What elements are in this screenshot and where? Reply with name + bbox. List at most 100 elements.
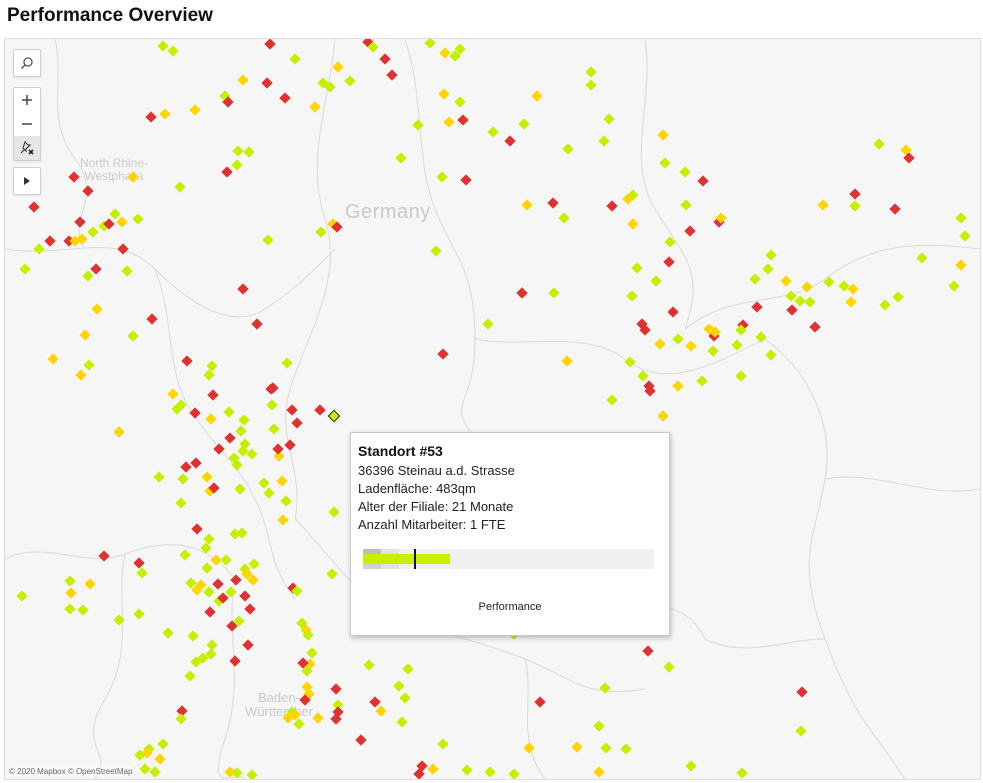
store-marker-green[interactable] (873, 138, 885, 150)
store-marker-green[interactable] (231, 767, 243, 779)
store-marker-green[interactable] (672, 333, 684, 345)
store-marker-green[interactable] (179, 549, 191, 561)
store-marker-red[interactable] (204, 606, 216, 618)
store-marker-yellow[interactable] (205, 413, 217, 425)
store-marker-yellow[interactable] (159, 108, 171, 120)
store-marker-red[interactable] (82, 185, 94, 197)
store-marker-green[interactable] (650, 275, 662, 287)
store-marker-green[interactable] (234, 483, 246, 495)
store-marker-green[interactable] (396, 716, 408, 728)
store-marker-red[interactable] (242, 639, 254, 651)
store-marker-green[interactable] (620, 743, 632, 755)
store-marker-green[interactable] (33, 243, 45, 255)
store-marker-yellow[interactable] (75, 369, 87, 381)
store-marker-green[interactable] (518, 118, 530, 130)
store-marker-yellow[interactable] (332, 61, 344, 73)
store-marker-green[interactable] (461, 764, 473, 776)
store-marker-green[interactable] (16, 590, 28, 602)
store-marker-red[interactable] (504, 135, 516, 147)
store-marker-green[interactable] (268, 423, 280, 435)
store-marker-green[interactable] (626, 290, 638, 302)
store-marker-yellow[interactable] (955, 259, 967, 271)
store-marker-red[interactable] (237, 283, 249, 295)
store-marker-green[interactable] (600, 742, 612, 754)
store-marker-green[interactable] (879, 299, 891, 311)
store-marker-green[interactable] (679, 166, 691, 178)
store-marker-yellow[interactable] (847, 283, 859, 295)
store-marker-green[interactable] (593, 720, 605, 732)
store-marker-green[interactable] (696, 375, 708, 387)
store-marker-red[interactable] (207, 389, 219, 401)
store-marker-yellow[interactable] (654, 338, 666, 350)
play-icon[interactable] (14, 168, 40, 194)
store-marker-yellow[interactable] (627, 218, 639, 230)
store-marker-yellow[interactable] (113, 426, 125, 438)
store-marker-green[interactable] (585, 79, 597, 91)
store-marker-yellow[interactable] (276, 475, 288, 487)
store-marker-red[interactable] (68, 171, 80, 183)
store-marker-yellow[interactable] (561, 355, 573, 367)
store-marker-green[interactable] (153, 471, 165, 483)
store-marker-red[interactable] (330, 683, 342, 695)
store-marker-green[interactable] (133, 608, 145, 620)
store-marker-red[interactable] (751, 301, 763, 313)
store-marker-green[interactable] (246, 448, 258, 460)
store-marker-green[interactable] (64, 575, 76, 587)
store-marker-green[interactable] (64, 603, 76, 615)
store-marker-green[interactable] (139, 763, 151, 775)
store-marker-red[interactable] (244, 603, 256, 615)
store-marker-yellow[interactable] (127, 171, 139, 183)
store-marker-green[interactable] (548, 287, 560, 299)
store-marker-green[interactable] (289, 53, 301, 65)
store-marker-green[interactable] (203, 533, 215, 545)
store-marker-red[interactable] (230, 574, 242, 586)
store-marker-red[interactable] (90, 263, 102, 275)
store-marker-green[interactable] (246, 769, 258, 779)
store-marker-green[interactable] (174, 181, 186, 193)
store-marker-green[interactable] (916, 252, 928, 264)
store-marker-green[interactable] (238, 414, 250, 426)
store-marker-yellow[interactable] (531, 90, 543, 102)
store-markers-layer[interactable] (5, 39, 980, 779)
store-marker-red[interactable] (180, 461, 192, 473)
store-marker-green[interactable] (206, 360, 218, 372)
store-marker-red[interactable] (279, 92, 291, 104)
store-marker-yellow[interactable] (780, 275, 792, 287)
store-marker-green[interactable] (236, 527, 248, 539)
store-marker-green[interactable] (948, 280, 960, 292)
store-marker-yellow[interactable] (439, 47, 451, 59)
store-marker-red[interactable] (239, 590, 251, 602)
store-marker-yellow[interactable] (189, 104, 201, 116)
store-marker-green[interactable] (121, 265, 133, 277)
store-marker-green[interactable] (263, 487, 275, 499)
store-marker-yellow[interactable] (443, 116, 455, 128)
store-marker-red[interactable] (547, 197, 559, 209)
store-marker-green[interactable] (585, 66, 597, 78)
store-marker-red[interactable] (606, 200, 618, 212)
store-marker-green[interactable] (82, 270, 94, 282)
store-marker-green[interactable] (248, 558, 260, 570)
store-marker-green[interactable] (736, 767, 748, 779)
store-marker-red[interactable] (117, 243, 129, 255)
store-marker-red[interactable] (272, 443, 284, 455)
store-marker-yellow[interactable] (685, 340, 697, 352)
store-marker-yellow[interactable] (657, 410, 669, 422)
store-marker-green[interactable] (603, 113, 615, 125)
store-marker-red[interactable] (190, 457, 202, 469)
store-marker-green[interactable] (795, 725, 807, 737)
store-marker-green[interactable] (765, 349, 777, 361)
store-marker-yellow[interactable] (210, 554, 222, 566)
store-marker-green[interactable] (624, 356, 636, 368)
store-marker-yellow[interactable] (817, 199, 829, 211)
store-marker-green[interactable] (83, 359, 95, 371)
store-marker-green[interactable] (281, 357, 293, 369)
store-marker-green[interactable] (149, 766, 161, 778)
store-marker-green[interactable] (664, 236, 676, 248)
store-marker-red[interactable] (460, 174, 472, 186)
store-marker-red[interactable] (796, 686, 808, 698)
store-marker-green[interactable] (306, 647, 318, 659)
map-attribution[interactable]: © 2020 Mapbox © OpenStreetMap (9, 767, 133, 776)
store-marker-green[interactable] (344, 75, 356, 87)
store-marker-green[interactable] (225, 586, 237, 598)
store-marker-green[interactable] (132, 213, 144, 225)
